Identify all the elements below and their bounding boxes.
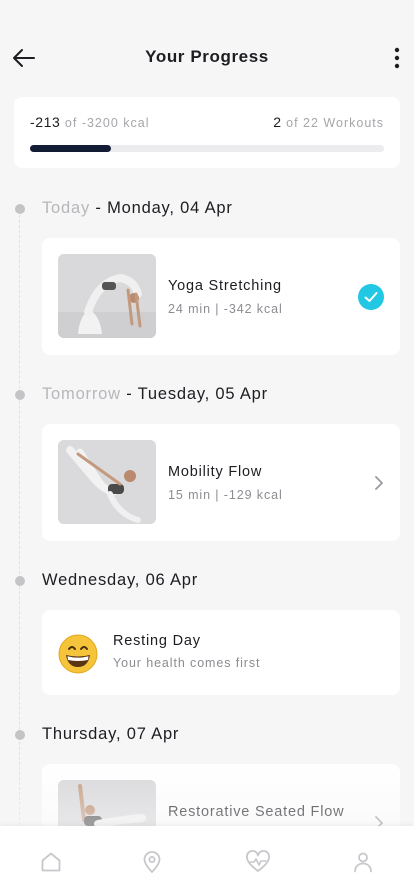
tab-profile[interactable] (349, 848, 377, 876)
bottom-tab-bar (0, 826, 414, 896)
progress-bar-fill (30, 145, 112, 152)
progress-bar (30, 145, 384, 152)
workouts-value: 2 (273, 114, 282, 130)
tab-location[interactable] (138, 848, 166, 876)
kcal-summary: -213 of -3200 kcal (30, 114, 150, 130)
workouts-summary: 2 of 22 Workouts (273, 114, 384, 130)
timeline-dot (15, 730, 25, 740)
tab-activity[interactable] (244, 848, 272, 876)
heart-pulse-icon (246, 850, 270, 872)
day-relative-label: Today (42, 199, 91, 217)
rest-day-card[interactable]: Resting Day Your health comes first (42, 610, 400, 695)
workout-card[interactable]: Yoga Stretching 24 min | -342 kcal (42, 238, 400, 355)
workouts-goal: of 22 Workouts (286, 116, 384, 130)
day-heading: Thursday, 07 Apr (42, 725, 179, 744)
more-menu-button[interactable] (388, 44, 406, 72)
chevron-right-icon (372, 473, 386, 493)
workout-meta: 24 min | -342 kcal (168, 302, 283, 316)
header: Your Progress (0, 0, 414, 96)
rest-day-title: Resting Day (113, 633, 201, 649)
workout-thumbnail (58, 254, 156, 338)
workout-title: Yoga Stretching (168, 278, 282, 294)
day-heading: Today - Monday, 04 Apr (42, 199, 233, 218)
day-relative-label: Tomorrow (42, 385, 121, 403)
rest-day-subtitle: Your health comes first (113, 656, 261, 670)
workout-card[interactable]: Mobility Flow 15 min | -129 kcal (42, 424, 400, 541)
timeline-dot (15, 576, 25, 586)
timeline-dot (15, 204, 25, 214)
location-pin-icon (143, 851, 161, 873)
completed-check-icon (358, 284, 384, 310)
workout-title: Mobility Flow (168, 464, 263, 480)
home-icon (41, 852, 61, 872)
more-vertical-icon (394, 47, 400, 69)
kcal-value: -213 (30, 114, 61, 130)
workout-meta: 15 min | -129 kcal (168, 488, 283, 502)
tab-home[interactable] (37, 848, 65, 876)
kcal-goal: of -3200 kcal (64, 116, 150, 130)
day-heading: Wednesday, 06 Apr (42, 571, 198, 590)
progress-summary-card: -213 of -3200 kcal 2 of 22 Workouts (14, 97, 400, 168)
day-date: Wednesday, 06 Apr (42, 571, 199, 589)
workout-thumbnail (58, 440, 156, 524)
timeline-dot (15, 390, 25, 400)
day-date: Thursday, 07 Apr (42, 725, 180, 743)
day-date: - Monday, 04 Apr (95, 199, 233, 217)
page-title: Your Progress (145, 47, 269, 66)
profile-icon (354, 852, 372, 873)
day-date: - Tuesday, 05 Apr (126, 385, 268, 403)
day-heading: Tomorrow - Tuesday, 05 Apr (42, 385, 268, 404)
grinning-face-emoji (58, 634, 98, 674)
workout-title: Restorative Seated Flow (168, 804, 345, 820)
